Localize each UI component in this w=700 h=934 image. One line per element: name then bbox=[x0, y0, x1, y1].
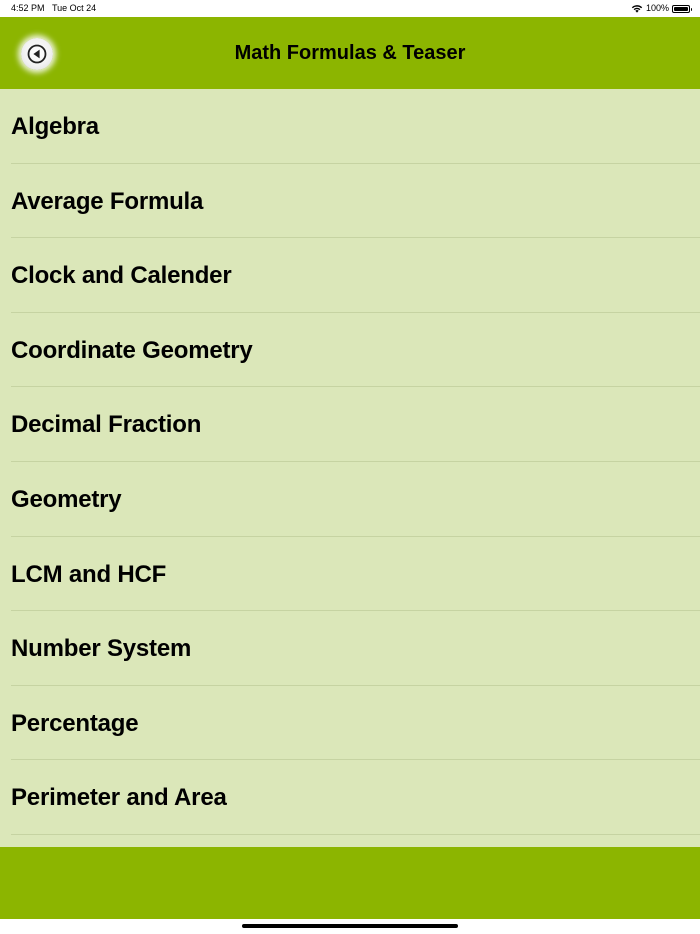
home-indicator[interactable] bbox=[242, 924, 458, 928]
list-item-clock-and-calender[interactable]: Clock and Calender bbox=[0, 238, 700, 313]
formula-topic-list: Algebra Average Formula Clock and Calend… bbox=[0, 89, 700, 847]
status-indicators: 100% bbox=[631, 0, 692, 17]
list-item-lcm-and-hcf[interactable]: LCM and HCF bbox=[0, 537, 700, 612]
list-item-label: Number System bbox=[11, 635, 192, 663]
list-item-geometry[interactable]: Geometry bbox=[0, 462, 700, 537]
list-item-number-system[interactable]: Number System bbox=[0, 611, 700, 686]
list-item-perimeter-and-area[interactable]: Perimeter and Area bbox=[0, 760, 700, 835]
list-item-coordinate-geometry[interactable]: Coordinate Geometry bbox=[0, 313, 700, 388]
back-button[interactable] bbox=[21, 38, 53, 70]
bottom-bar bbox=[0, 847, 700, 919]
list-item-decimal-fraction[interactable]: Decimal Fraction bbox=[0, 387, 700, 462]
list-item-algebra[interactable]: Algebra bbox=[0, 89, 700, 164]
list-item-label: Percentage bbox=[11, 709, 139, 737]
list-item-label: Average Formula bbox=[11, 187, 204, 215]
list-item-label: Algebra bbox=[11, 113, 99, 140]
back-arrow-circle-icon bbox=[27, 44, 47, 64]
list-item-label: LCM and HCF bbox=[11, 560, 167, 588]
list-item-average-formula[interactable]: Average Formula bbox=[0, 164, 700, 239]
status-date: Tue Oct 24 bbox=[52, 3, 97, 13]
battery-icon bbox=[672, 4, 692, 13]
list-item-label: Perimeter and Area bbox=[11, 784, 227, 812]
list-item-label: Coordinate Geometry bbox=[11, 336, 253, 364]
list-item-label: Decimal Fraction bbox=[11, 411, 202, 439]
list-item-label: Geometry bbox=[11, 485, 122, 513]
list-item-percentage[interactable]: Percentage bbox=[0, 686, 700, 761]
page-title: Math Formulas & Teaser bbox=[234, 42, 466, 64]
wifi-icon bbox=[631, 5, 643, 13]
status-bar: 4:52 PM Tue Oct 24 100% bbox=[0, 0, 700, 17]
battery-percent: 100% bbox=[645, 3, 669, 13]
status-time: 4:52 PM bbox=[11, 3, 45, 13]
navigation-bar: Math Formulas & Teaser bbox=[0, 17, 700, 89]
home-indicator-area bbox=[0, 919, 700, 934]
list-item-label: Clock and Calender bbox=[11, 262, 232, 290]
